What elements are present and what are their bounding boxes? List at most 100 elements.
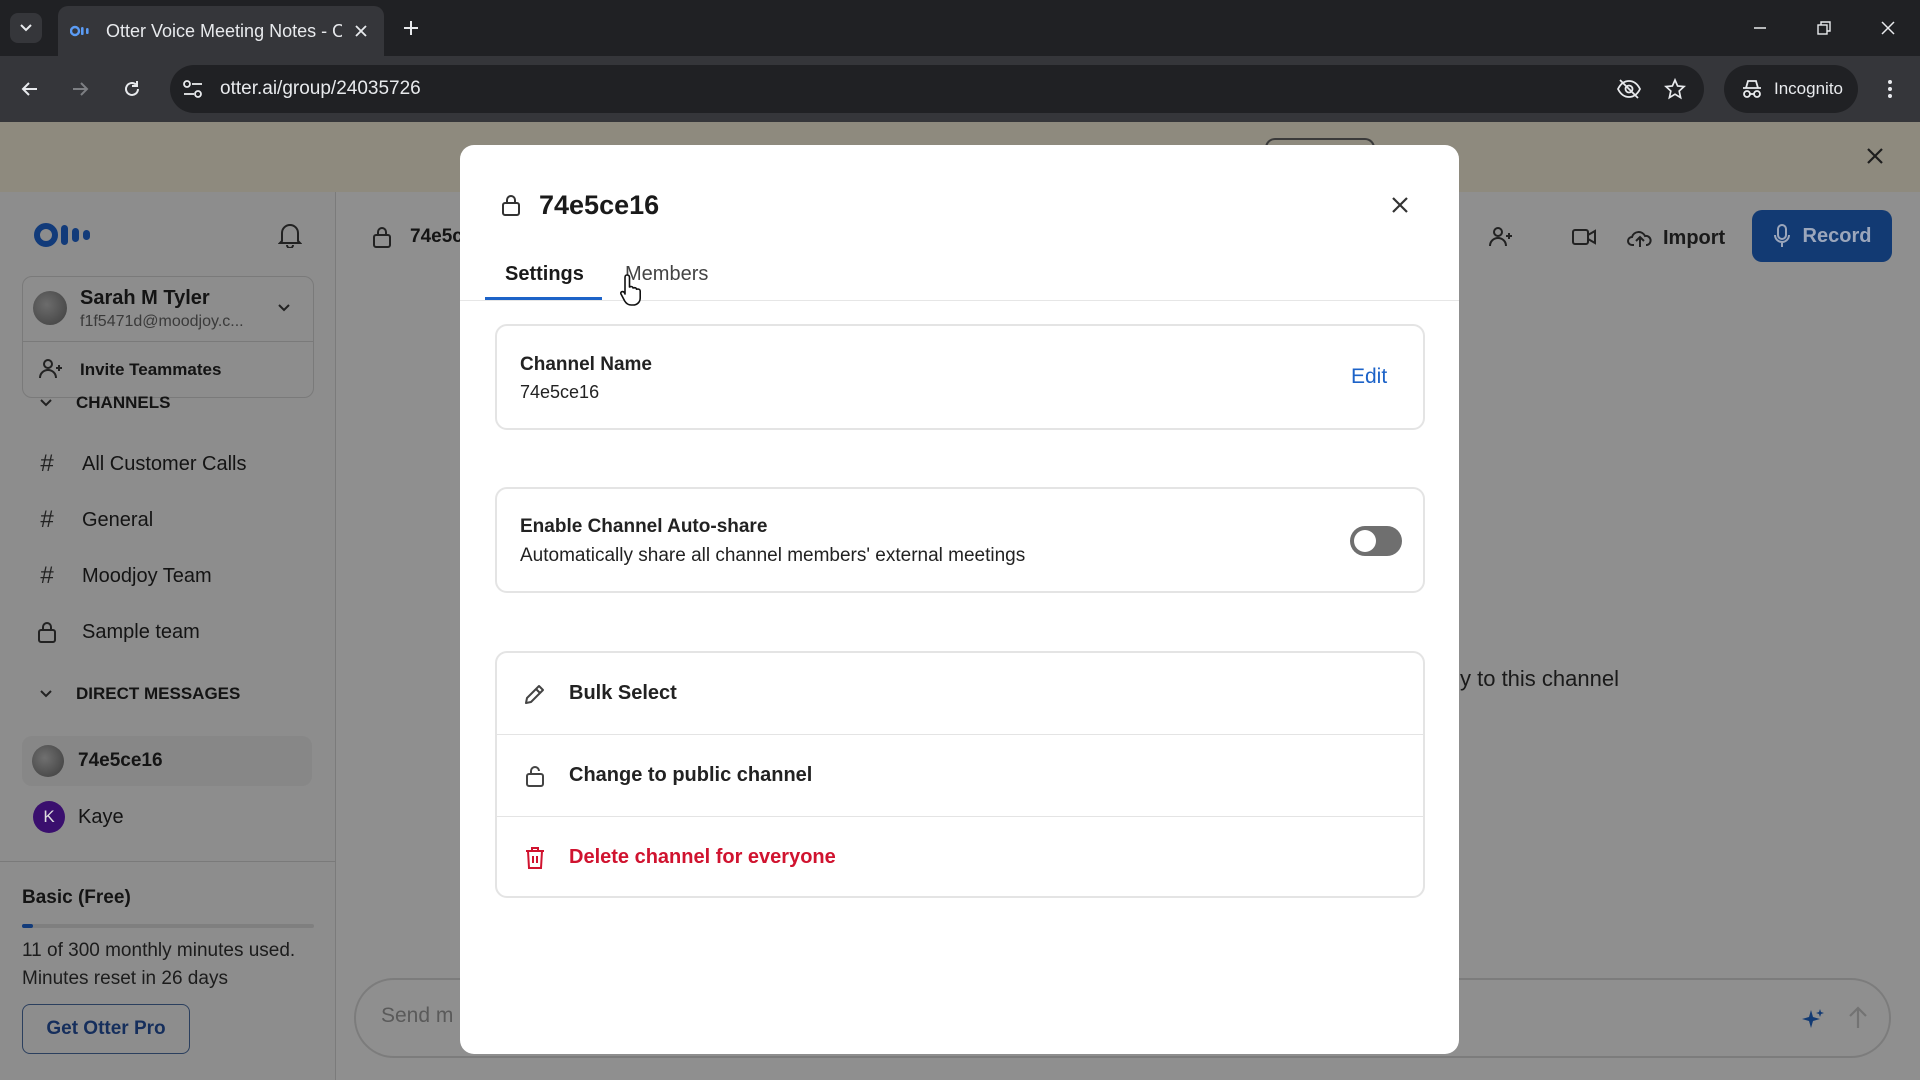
- channels-header: CHANNELS: [76, 393, 171, 412]
- channel-label: All Customer Calls: [82, 452, 247, 475]
- forward-button[interactable]: [64, 73, 96, 105]
- sidebar: Sarah M Tyler f1f5471d@moodjoy.c... Invi…: [0, 192, 336, 1080]
- bell-icon[interactable]: [278, 222, 302, 248]
- video-icon[interactable]: [1571, 226, 1597, 248]
- lock-icon: [502, 195, 520, 216]
- dm-label: 74e5ce16: [78, 750, 163, 771]
- usage-progress-fill: [22, 924, 33, 928]
- record-button[interactable]: Record: [1752, 210, 1892, 262]
- modal-close-icon[interactable]: [1391, 196, 1409, 214]
- avatar: K: [33, 801, 65, 833]
- sidebar-item-sample-team[interactable]: Sample team: [34, 612, 200, 652]
- otter-logo[interactable]: [34, 222, 100, 248]
- incognito-indicator[interactable]: Incognito: [1724, 65, 1858, 113]
- browser-menu-button[interactable]: [1874, 73, 1906, 105]
- site-settings-icon[interactable]: [182, 79, 204, 99]
- bookmark-star-icon[interactable]: [1664, 78, 1686, 100]
- channel-label: Sample team: [82, 620, 200, 643]
- channel-label: General: [82, 508, 154, 531]
- user-name: Sarah M Tyler: [80, 287, 210, 309]
- import-button[interactable]: Import: [1627, 218, 1737, 258]
- eye-off-icon[interactable]: [1616, 78, 1642, 100]
- avatar: [32, 745, 64, 777]
- url-text: otter.ai/group/24035726: [220, 78, 421, 99]
- autoshare-toggle[interactable]: [1350, 526, 1402, 556]
- close-icon: [1881, 21, 1895, 35]
- chevron-down-icon: [40, 399, 52, 407]
- send-arrow-icon[interactable]: [1844, 1004, 1872, 1032]
- pencil-icon: [523, 682, 547, 706]
- tab-search-button[interactable]: [10, 13, 42, 43]
- autoshare-title: Enable Channel Auto-share: [520, 516, 768, 537]
- channel-name-value: 74e5ce16: [520, 382, 600, 402]
- delete-channel-label: Delete channel for everyone: [569, 846, 836, 868]
- empty-state-text: y to this channel: [1460, 666, 1619, 691]
- sidebar-item-kaye[interactable]: K Kaye: [22, 792, 312, 842]
- reload-icon: [125, 81, 139, 96]
- change-to-public-label: Change to public channel: [569, 764, 813, 786]
- account-card: Sarah M Tyler f1f5471d@moodjoy.c... Invi…: [22, 276, 314, 398]
- usage-progress-bar: [22, 924, 314, 928]
- import-label: Import: [1663, 226, 1726, 249]
- active-tab-indicator: [485, 297, 602, 300]
- lock-icon: [34, 621, 60, 643]
- autoshare-card: Enable Channel Auto-share Automatically …: [495, 487, 1425, 593]
- delete-channel-button[interactable]: Delete channel for everyone: [497, 817, 1423, 898]
- chevron-down-icon: [20, 24, 32, 32]
- restore-button[interactable]: [1804, 10, 1844, 46]
- browser-tab-strip: Otter Voice Meeting Notes - Ot: [0, 0, 1920, 56]
- minimize-button[interactable]: [1740, 10, 1780, 46]
- hash-icon: #: [40, 450, 54, 477]
- microphone-icon: [1773, 224, 1790, 247]
- minimize-icon: [1754, 27, 1766, 29]
- tab-close-icon[interactable]: [350, 20, 372, 42]
- back-button[interactable]: [14, 73, 46, 105]
- tab-title: Otter Voice Meeting Notes - Ot: [106, 20, 342, 41]
- invite-label: Invite Teammates: [80, 360, 222, 379]
- plan-name: Basic (Free): [22, 887, 131, 908]
- kebab-menu-icon: [1888, 80, 1892, 98]
- tabs-divider: [460, 300, 1459, 301]
- sidebar-item-moodjoy-team[interactable]: # Moodjoy Team: [34, 556, 211, 596]
- modal-title: 74e5ce16: [539, 190, 660, 220]
- sidebar-item-all-customer-calls[interactable]: # All Customer Calls: [34, 444, 246, 484]
- sidebar-item-general[interactable]: # General: [34, 500, 153, 540]
- change-to-public-button[interactable]: Change to public channel: [497, 735, 1423, 816]
- usage-text: 11 of 300 monthly minutes used.: [22, 940, 296, 961]
- banner-close-icon[interactable]: [1866, 147, 1884, 165]
- add-member-icon[interactable]: [1489, 226, 1513, 248]
- avatar: [33, 291, 67, 325]
- plus-icon: [404, 21, 418, 35]
- channels-section-toggle[interactable]: CHANNELS: [40, 388, 170, 418]
- hash-icon: #: [40, 562, 54, 589]
- new-tab-button[interactable]: [397, 14, 425, 42]
- restore-icon: [1817, 21, 1831, 35]
- address-bar[interactable]: otter.ai/group/24035726: [170, 65, 1704, 113]
- get-otter-pro-button[interactable]: Get Otter Pro: [22, 1004, 190, 1054]
- incognito-label: Incognito: [1774, 79, 1843, 98]
- account-switcher[interactable]: Sarah M Tyler f1f5471d@moodjoy.c...: [23, 277, 313, 341]
- composer-placeholder: Send m: [381, 1004, 454, 1027]
- window-close-button[interactable]: [1868, 10, 1908, 46]
- edit-channel-name-button[interactable]: Edit: [1351, 365, 1387, 389]
- arrow-left-icon: [21, 82, 37, 96]
- direct-messages-section-toggle[interactable]: DIRECT MESSAGES: [40, 679, 240, 709]
- tab-settings[interactable]: Settings: [485, 255, 602, 301]
- bulk-select-label: Bulk Select: [569, 682, 677, 704]
- channel-settings-modal: 74e5ce16 Settings Members Channel Name 7…: [460, 145, 1459, 1054]
- trash-icon: [523, 846, 547, 870]
- tab-settings-label: Settings: [505, 263, 584, 285]
- chevron-down-icon: [40, 690, 52, 698]
- sparkle-icon[interactable]: [1802, 1008, 1824, 1030]
- hand-cursor-icon: [620, 274, 641, 306]
- sidebar-item-74e5ce16[interactable]: 74e5ce16: [22, 736, 312, 786]
- bulk-select-button[interactable]: Bulk Select: [497, 653, 1423, 734]
- reload-button[interactable]: [116, 73, 148, 105]
- dm-label: Kaye: [78, 806, 124, 828]
- channel-name-label: Channel Name: [520, 354, 652, 375]
- channel-actions-card: Bulk Select Change to public channel Del…: [495, 651, 1425, 898]
- browser-tab[interactable]: Otter Voice Meeting Notes - Ot: [58, 6, 384, 56]
- chevron-down-icon: [278, 304, 290, 312]
- add-user-icon: [39, 359, 62, 379]
- lock-icon: [373, 227, 391, 248]
